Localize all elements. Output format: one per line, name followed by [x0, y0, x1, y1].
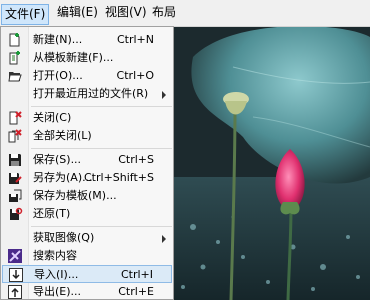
menu-item-label: 打开(O)...	[33, 69, 83, 82]
menu-item-revert[interactable]: 还原(T)	[2, 205, 172, 223]
lotus-photo	[173, 27, 370, 300]
menu-file[interactable]: 文件(F)	[1, 4, 50, 25]
menu-item-open[interactable]: 打开(O)... Ctrl+O	[2, 67, 172, 85]
menu-item-save-as[interactable]: 另存为(A)... Ctrl+Shift+S	[2, 169, 172, 187]
menu-layout[interactable]: 布局	[150, 4, 178, 21]
menu-view[interactable]: 视图(V)	[103, 4, 149, 21]
shortcut-text: Ctrl+I	[120, 268, 153, 281]
submenu-arrow-icon	[162, 235, 166, 243]
shortcut-text: Ctrl+N	[116, 33, 154, 46]
menu-item-close[interactable]: 关闭(C)	[2, 109, 172, 127]
menu-separator	[31, 148, 172, 149]
save-as-icon	[9, 173, 22, 184]
menu-item-label: 关闭(C)	[33, 111, 72, 124]
menu-item-label: 从模板新建(F)...	[33, 51, 114, 64]
menu-edit[interactable]: 编辑(E)	[55, 4, 100, 21]
new-document-icon	[9, 33, 20, 47]
menu-item-label: 全部关闭(L)	[33, 129, 92, 142]
search-content-icon	[8, 249, 22, 263]
import-icon	[9, 268, 23, 282]
shortcut-text: Ctrl+E	[118, 285, 154, 298]
open-folder-icon	[8, 72, 22, 82]
menu-separator	[31, 226, 172, 227]
close-all-icon	[8, 129, 22, 143]
menu-bar: 文件(F) 编辑(E) 视图(V) 布局	[0, 0, 370, 27]
save-as-template-icon	[9, 189, 22, 202]
menu-item-label: 导入(I)...	[34, 268, 79, 281]
export-icon	[8, 285, 22, 299]
canvas-photo	[173, 27, 370, 300]
shortcut-text: Ctrl+Shift+S	[84, 171, 154, 184]
new-from-template-icon	[9, 51, 20, 65]
menu-item-import[interactable]: 导入(I)... Ctrl+I	[2, 265, 172, 283]
menu-item-label: 还原(T)	[33, 207, 71, 220]
menu-item-save-as-template[interactable]: 保存为模板(M)...	[2, 187, 172, 205]
menu-item-label: 搜索内容	[33, 249, 77, 262]
menu-item-search-content[interactable]: 搜索内容	[2, 247, 172, 265]
shortcut-text: Ctrl+S	[118, 153, 154, 166]
save-icon	[9, 154, 21, 166]
menu-item-export[interactable]: 导出(E)... Ctrl+E	[2, 283, 172, 301]
menu-separator	[31, 106, 172, 107]
menu-item-label: 保存为模板(M)...	[33, 189, 117, 202]
menu-item-acquire-image[interactable]: 获取图像(Q)	[2, 229, 172, 247]
menu-item-label: 导出(E)...	[33, 285, 82, 298]
menu-item-label: 获取图像(Q)	[33, 231, 95, 244]
submenu-arrow-icon	[162, 91, 166, 99]
menu-item-new[interactable]: 新建(N)... Ctrl+N	[2, 31, 172, 49]
menu-item-open-recent[interactable]: 打开最近用过的文件(R)	[2, 85, 172, 103]
shortcut-text: Ctrl+O	[116, 69, 154, 82]
menu-item-label: 打开最近用过的文件(R)	[33, 87, 149, 100]
file-menu: 新建(N)... Ctrl+N 从模板新建(F)... 打开(O)... Ctr…	[0, 26, 174, 300]
menu-item-new-from-template[interactable]: 从模板新建(F)...	[2, 49, 172, 67]
menu-item-label: 新建(N)...	[33, 33, 83, 46]
close-document-icon	[9, 111, 22, 125]
menu-item-save[interactable]: 保存(S)... Ctrl+S	[2, 151, 172, 169]
menu-item-close-all[interactable]: 全部关闭(L)	[2, 127, 172, 145]
revert-icon	[10, 207, 23, 220]
menu-item-label: 保存(S)...	[33, 153, 82, 166]
